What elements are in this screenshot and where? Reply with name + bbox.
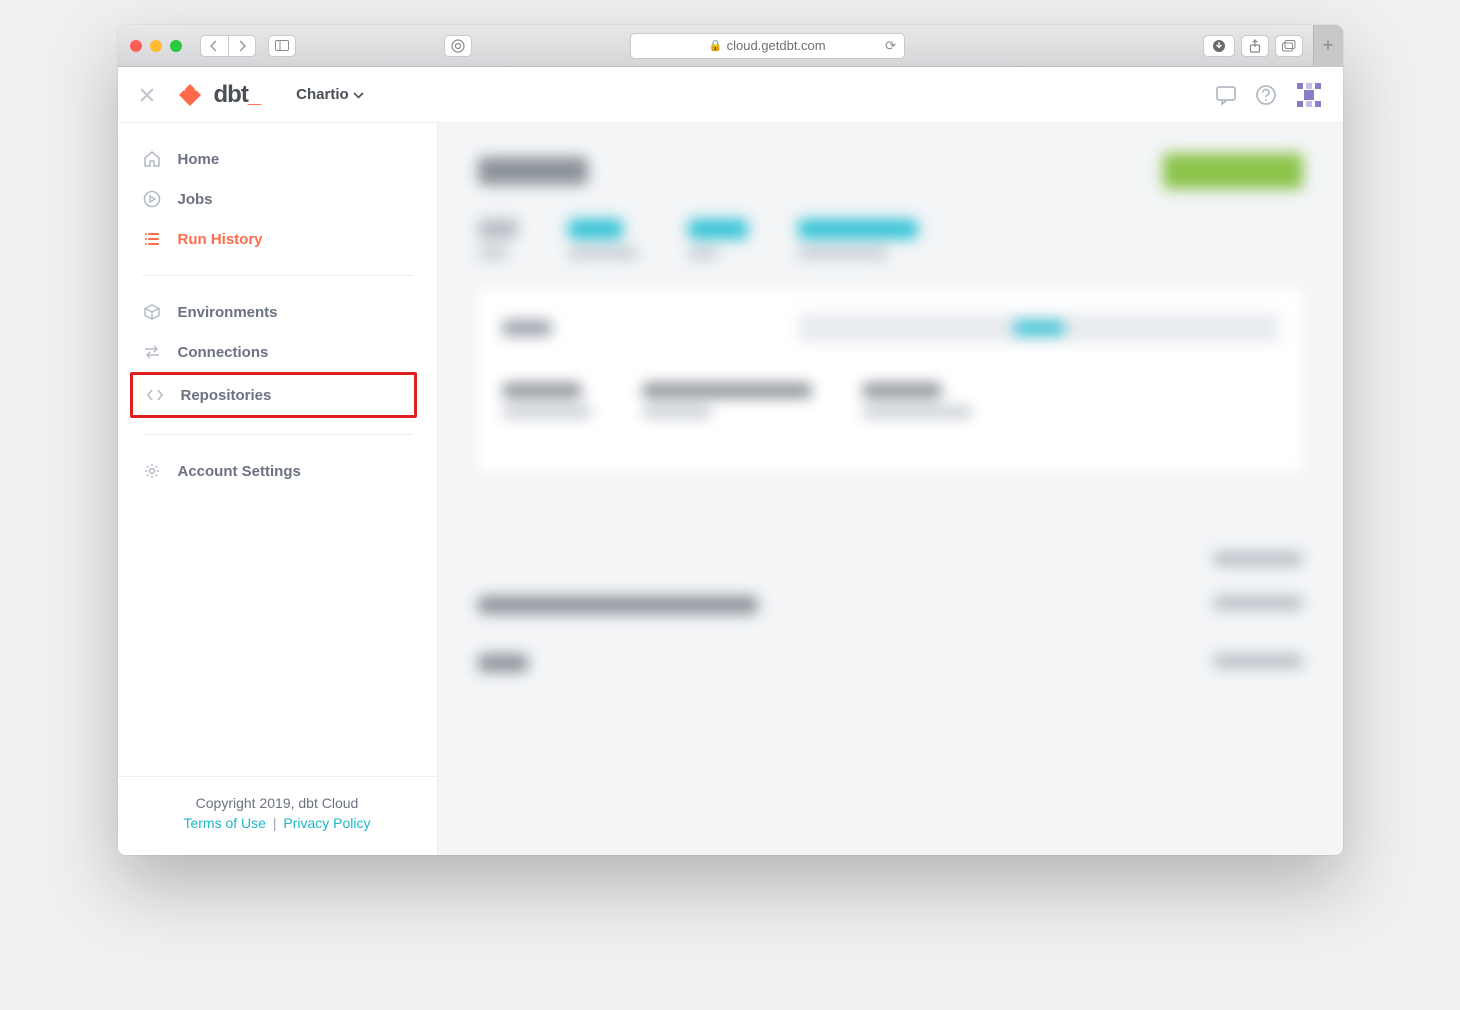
avatar[interactable] (1295, 81, 1323, 109)
browser-titlebar: 🔒 cloud.getdbt.com ⟳ + (118, 25, 1343, 67)
sidebar-item-home[interactable]: Home (138, 139, 417, 179)
separator: | (273, 815, 277, 831)
top-nav: dbt_ Chartio (118, 67, 1343, 123)
maximize-window-button[interactable] (170, 40, 182, 52)
back-button[interactable] (200, 35, 228, 57)
app-body: Home Jobs Run History (118, 123, 1343, 855)
address-bar[interactable]: 🔒 cloud.getdbt.com ⟳ (630, 33, 906, 59)
url-host: cloud.getdbt.com (727, 38, 826, 53)
downloads-button[interactable] (1203, 35, 1235, 57)
highlighted-item: Repositories (130, 372, 417, 418)
reload-button[interactable]: ⟳ (885, 38, 896, 54)
tabs-button[interactable] (1275, 35, 1303, 57)
sidebar-item-label: Repositories (181, 387, 272, 404)
sidebar-item-account-settings[interactable]: Account Settings (138, 451, 417, 491)
new-tab-button[interactable]: + (1313, 25, 1343, 67)
arrows-icon (142, 342, 162, 362)
chat-icon[interactable] (1215, 84, 1237, 106)
close-menu-icon[interactable] (138, 86, 156, 104)
terms-link[interactable]: Terms of Use (183, 815, 265, 831)
help-icon[interactable] (1255, 84, 1277, 106)
list-icon (142, 229, 162, 249)
sidebar-item-label: Environments (178, 304, 278, 321)
privacy-link[interactable]: Privacy Policy (283, 815, 370, 831)
gear-icon (142, 461, 162, 481)
logo-text: dbt_ (214, 81, 261, 109)
cube-icon (142, 302, 162, 322)
nav-right (1215, 81, 1323, 109)
sidebar-divider (142, 434, 413, 435)
sidebar-toggle-button[interactable] (268, 35, 296, 57)
sidebar-item-jobs[interactable]: Jobs (138, 179, 417, 219)
sidebar-item-label: Account Settings (178, 463, 301, 480)
logo[interactable]: dbt_ (176, 81, 261, 109)
chevron-down-icon (353, 92, 364, 99)
sidebar-item-repositories[interactable]: Repositories (141, 375, 406, 415)
sidebar-item-label: Jobs (178, 191, 213, 208)
nav-buttons (200, 35, 256, 57)
toolbar-right: + (1203, 35, 1331, 57)
window-controls (130, 40, 182, 52)
close-window-button[interactable] (130, 40, 142, 52)
logo-icon (176, 81, 204, 109)
sidebar-footer: Copyright 2019, dbt Cloud Terms of Use |… (118, 776, 437, 855)
minimize-window-button[interactable] (150, 40, 162, 52)
org-switcher[interactable]: Chartio (296, 86, 364, 103)
sidebar: Home Jobs Run History (118, 123, 438, 855)
browser-window: 🔒 cloud.getdbt.com ⟳ + (118, 25, 1343, 855)
share-button[interactable] (1241, 35, 1269, 57)
org-name: Chartio (296, 86, 349, 103)
copyright-text: Copyright 2019, dbt Cloud (138, 795, 417, 811)
sidebar-divider (142, 275, 413, 276)
sidebar-item-label: Home (178, 151, 220, 168)
sidebar-item-label: Run History (178, 231, 263, 248)
app-container: dbt_ Chartio (118, 67, 1343, 855)
main-content-blurred (438, 123, 1343, 855)
sidebar-item-environments[interactable]: Environments (138, 292, 417, 332)
sidebar-item-label: Connections (178, 344, 269, 361)
sidebar-item-run-history[interactable]: Run History (138, 219, 417, 259)
sidebar-item-connections[interactable]: Connections (138, 332, 417, 372)
play-circle-icon (142, 189, 162, 209)
forward-button[interactable] (228, 35, 256, 57)
lock-icon: 🔒 (709, 39, 723, 52)
code-icon (145, 385, 165, 405)
privacy-report-button[interactable] (444, 35, 472, 57)
home-icon (142, 149, 162, 169)
